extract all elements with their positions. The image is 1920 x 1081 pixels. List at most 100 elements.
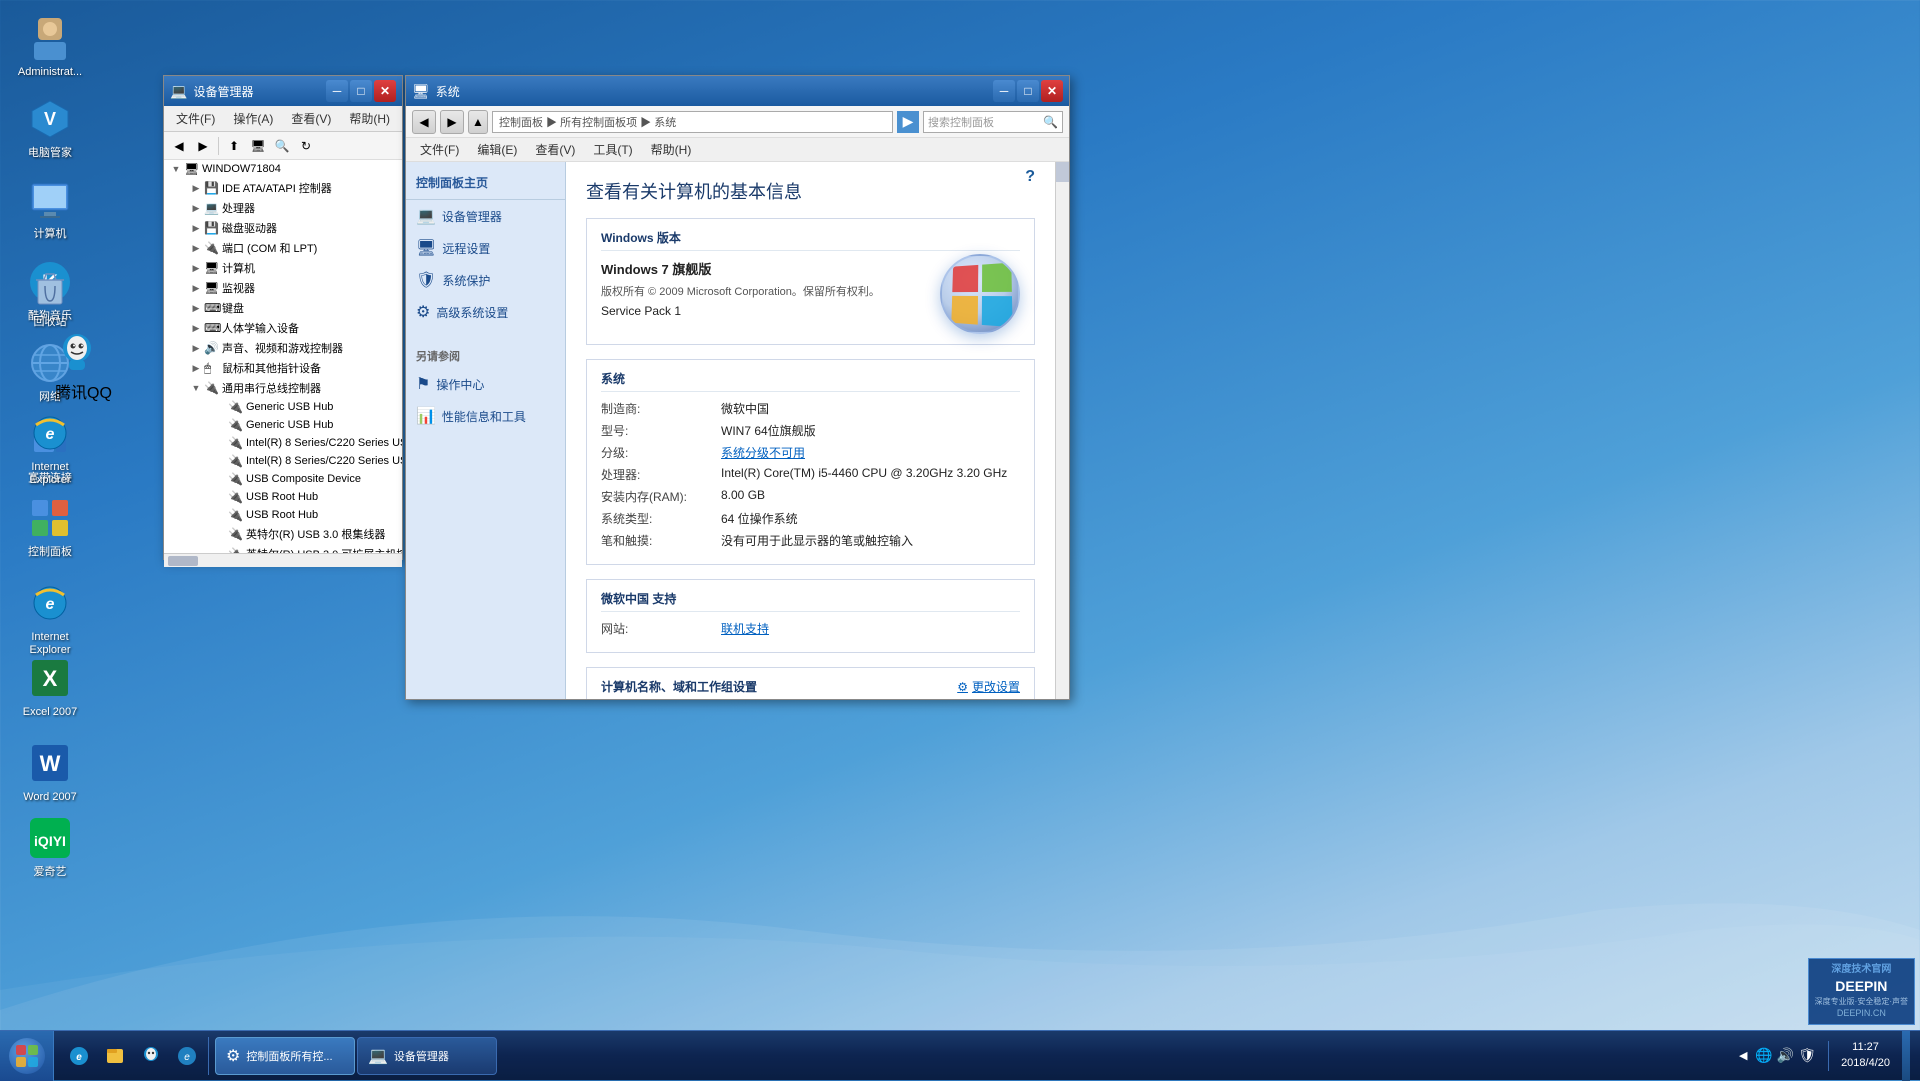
tray-expand[interactable]: ◀ (1739, 1049, 1747, 1062)
cp-menu-edit[interactable]: 编辑(E) (469, 139, 525, 160)
ql-files[interactable] (98, 1037, 132, 1075)
cp-sidebar-advanced[interactable]: ⚙ 高级系统设置 (406, 296, 565, 328)
tray-network-icon[interactable]: 🌐 (1755, 1047, 1772, 1064)
cp-sidebar-remote[interactable]: 🖥 远程设置 (406, 232, 565, 264)
device-tree: ▼ 🖥 WINDOW71804 ▶ 💾 IDE ATA/ATAPI 控制器 ▶ … (164, 160, 402, 553)
dm-forward-btn[interactable]: ▶ (192, 135, 214, 157)
cp-sidebar-device-mgr[interactable]: 💻 设备管理器 (406, 200, 565, 232)
usb-intel2[interactable]: 🔌 Intel(R) 8 Series/C220 Series USB EH (224, 452, 402, 470)
cp-ms-support-title: 微软中国 支持 (601, 590, 1020, 612)
tray-volume-icon[interactable]: 🔊 (1777, 1047, 1794, 1064)
start-button[interactable] (0, 1031, 54, 1081)
cp-menu-tools[interactable]: 工具(T) (585, 139, 640, 160)
usb-hub2[interactable]: 🔌 Generic USB Hub (224, 416, 402, 434)
taskbar-dm-icon: 💻 (368, 1046, 388, 1066)
cp-minimize[interactable]: ─ (993, 80, 1015, 102)
usb-composite[interactable]: 🔌 USB Composite Device (224, 470, 402, 488)
cp-search-box[interactable]: 搜索控制面板 🔍 (923, 111, 1063, 133)
tree-item-usb[interactable]: ▼ 🔌 通用串行总线控制器 (184, 378, 402, 398)
taskbar-item-cp[interactable]: ⚙ 控制面板所有控... (215, 1037, 355, 1075)
cp-website-value[interactable]: 联机支持 (721, 620, 1020, 637)
cp-go-btn[interactable]: ▶ (897, 111, 919, 133)
cp-sidebar-sys-protect[interactable]: 🛡 系统保护 (406, 264, 565, 296)
cp-rating-value[interactable]: 系统分级不可用 (721, 444, 1020, 461)
excel-icon: X (26, 654, 74, 702)
device-manager-toolbar: ◀ ▶ ⬆ 🖥 🔍 ↻ (164, 132, 402, 160)
dm-menu-help[interactable]: 帮助(H) (341, 108, 398, 129)
cp-up-btn[interactable]: ▲ (468, 110, 488, 134)
desktop-icon-recycle[interactable]: 回收站 (10, 260, 90, 333)
desktop-icon-iqiyi[interactable]: iQIYI 爱奇艺 (10, 810, 90, 883)
tree-item-kbd[interactable]: ▶ ⌨ 键盘 (184, 298, 402, 318)
device-manager-titlebar[interactable]: 💻 设备管理器 ─ □ ✕ (164, 76, 402, 106)
usb-intel30-hub[interactable]: 🔌 英特尔(R) USB 3.0 根集线器 (224, 524, 402, 544)
tree-item-sound[interactable]: ▶ 🔊 声音、视频和游戏控制器 (184, 338, 402, 358)
cp-system-title: 系统 (601, 370, 1020, 392)
desktop-icon-excel[interactable]: X Excel 2007 (10, 650, 90, 723)
tray-shield-icon[interactable]: 🛡 (1798, 1047, 1816, 1064)
cp-titlebar[interactable]: 🖥 系统 ─ □ ✕ (406, 76, 1069, 106)
cp-change-settings-btn[interactable]: ⚙ 更改设置 (957, 678, 1020, 695)
cp-menu-view[interactable]: 查看(V) (527, 139, 583, 160)
cp-help-btn[interactable]: ? (1025, 168, 1035, 186)
dm-hscrollbar[interactable] (164, 553, 402, 567)
cp-processor-label: 处理器: (601, 466, 721, 483)
tree-item-mouse[interactable]: ▶ 🖱 鼠标和其他指针设备 (184, 358, 402, 378)
usb-intel1[interactable]: 🔌 Intel(R) 8 Series/C220 Series USB EH (224, 434, 402, 452)
ql-qq[interactable] (134, 1037, 168, 1075)
cp-sidebar-perf[interactable]: 📊 性能信息和工具 (406, 400, 565, 432)
tree-item-disk[interactable]: ▶ 💾 磁盘驱动器 (184, 218, 402, 238)
tree-root[interactable]: ▼ 🖥 WINDOW71804 (164, 160, 402, 178)
taskbar-clock[interactable]: 11:27 2018/4/20 (1841, 1040, 1890, 1071)
cp-address-input[interactable]: 控制面板 ▶ 所有控制面板项 ▶ 系统 (492, 111, 893, 133)
desktop-icon-computer[interactable]: 计算机 (10, 172, 90, 245)
cp-controls: ─ □ ✕ (993, 80, 1063, 102)
qq-icon (55, 330, 112, 379)
device-manager-maximize[interactable]: □ (350, 80, 372, 102)
dm-menu-view[interactable]: 查看(V) (283, 108, 339, 129)
tree-item-port[interactable]: ▶ 🔌 端口 (COM 和 LPT) (184, 238, 402, 258)
show-desktop-btn[interactable] (1902, 1031, 1910, 1081)
usb-intel30-ctrl[interactable]: 🔌 英特尔(R) USB 3.0 可扩展主机控制器 (224, 544, 402, 553)
cp-forward-btn[interactable]: ▶ (440, 110, 464, 134)
dm-toolbar-btn2[interactable]: 🔍 (271, 135, 293, 157)
tree-item-ide[interactable]: ▶ 💾 IDE ATA/ATAPI 控制器 (184, 178, 402, 198)
usb-root2[interactable]: 🔌 USB Root Hub (224, 506, 402, 524)
desktop-icon-pcmanager[interactable]: V 电脑管家 (10, 91, 90, 164)
tree-item-hid[interactable]: ▶ ⌨ 人体学输入设备 (184, 318, 402, 338)
dm-up-btn[interactable]: ⬆ (223, 135, 245, 157)
ql-ie[interactable]: e (62, 1037, 96, 1075)
cp-processor-value: Intel(R) Core(TM) i5-4460 CPU @ 3.20GHz … (721, 466, 1020, 483)
cp-scrollbar[interactable] (1055, 162, 1069, 699)
cp-menu-file[interactable]: 文件(F) (412, 139, 467, 160)
dm-menu-action[interactable]: 操作(A) (225, 108, 281, 129)
dm-back-btn[interactable]: ◀ (168, 135, 190, 157)
device-manager-close[interactable]: ✕ (374, 80, 396, 102)
usb-hub1[interactable]: 🔌 Generic USB Hub (224, 398, 402, 416)
dm-toolbar-btn1[interactable]: 🖥 (247, 135, 269, 157)
desktop-icon-ie2[interactable]: e Internet Explorer (10, 575, 90, 661)
dm-refresh-btn[interactable]: ↻ (295, 135, 317, 157)
ql-ie2[interactable]: e (170, 1037, 204, 1075)
qq-label: 腾讯QQ (55, 385, 112, 402)
cp-maximize[interactable]: □ (1017, 80, 1039, 102)
cp-website-row: 网站: 联机支持 (601, 620, 1020, 637)
cp-close[interactable]: ✕ (1041, 80, 1063, 102)
dm-menu-file[interactable]: 文件(F) (168, 108, 223, 129)
usb-root1[interactable]: 🔌 USB Root Hub (224, 488, 402, 506)
tree-item-monitor[interactable]: ▶ 🖥 监视器 (184, 278, 402, 298)
desktop-icon-word[interactable]: W Word 2007 (10, 735, 90, 808)
cp-sidebar-action-center[interactable]: ⚑ 操作中心 (406, 368, 565, 400)
tree-item-cpu[interactable]: ▶ 💻 处理器 (184, 198, 402, 218)
cp-menu-help[interactable]: 帮助(H) (643, 139, 700, 160)
desktop-icon-cp[interactable]: 控制面板 (10, 490, 90, 563)
taskbar-item-dm[interactable]: 💻 设备管理器 (357, 1037, 497, 1075)
desktop-icon-administrator[interactable]: Administrat... (10, 10, 90, 83)
tree-item-pc[interactable]: ▶ 🖥 计算机 (184, 258, 402, 278)
desktop-icon-ie[interactable]: e Internet Explorer (10, 405, 90, 491)
desktop-icon-qq[interactable]: 腾讯QQ (55, 330, 112, 403)
device-manager-minimize[interactable]: ─ (326, 80, 348, 102)
cp-sidebar: 控制面板主页 💻 设备管理器 🖥 远程设置 🛡 系统保护 ⚙ 高级系统设置 另请… (406, 162, 566, 699)
cp-back-btn[interactable]: ◀ (412, 110, 436, 134)
recycle-label: 回收站 (34, 316, 67, 329)
